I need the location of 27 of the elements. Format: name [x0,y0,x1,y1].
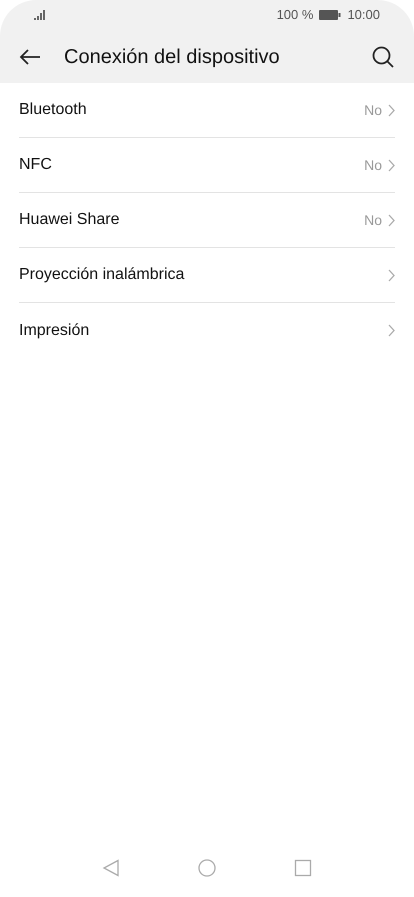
settings-row[interactable]: Proyección inalámbrica [19,248,395,303]
chevron-icon [388,104,395,116]
row-label: NFC [19,155,53,175]
page-title: Conexión del dispositivo [64,44,281,70]
chevron-icon [388,268,395,282]
settings-row[interactable]: Bluetooth No [19,83,395,138]
chevron-icon [388,324,395,337]
nav-home-button[interactable] [198,859,216,877]
clock-time: 10:00 [347,6,380,24]
chevron-icon [388,158,395,172]
chevron-icon [388,214,395,226]
settings-row[interactable]: Huawei Share No [19,193,395,248]
row-value: No [364,210,382,230]
signal-icon [34,10,46,20]
row-value: No [364,156,382,174]
battery-icon [319,10,342,20]
row-label: Huawei Share [19,210,120,230]
search-button[interactable] [370,44,396,70]
settings-row[interactable]: Impresión [19,303,395,358]
row-label: Bluetooth [19,100,88,120]
battery-percent: 100 % [276,6,314,24]
row-value: No [364,100,382,120]
row-label: Proyección inalámbrica [19,265,186,285]
nav-recents-button[interactable] [294,859,312,877]
nav-back-button[interactable] [102,859,120,877]
settings-row[interactable]: NFC No [19,138,395,193]
row-label: Impresión [19,320,90,340]
